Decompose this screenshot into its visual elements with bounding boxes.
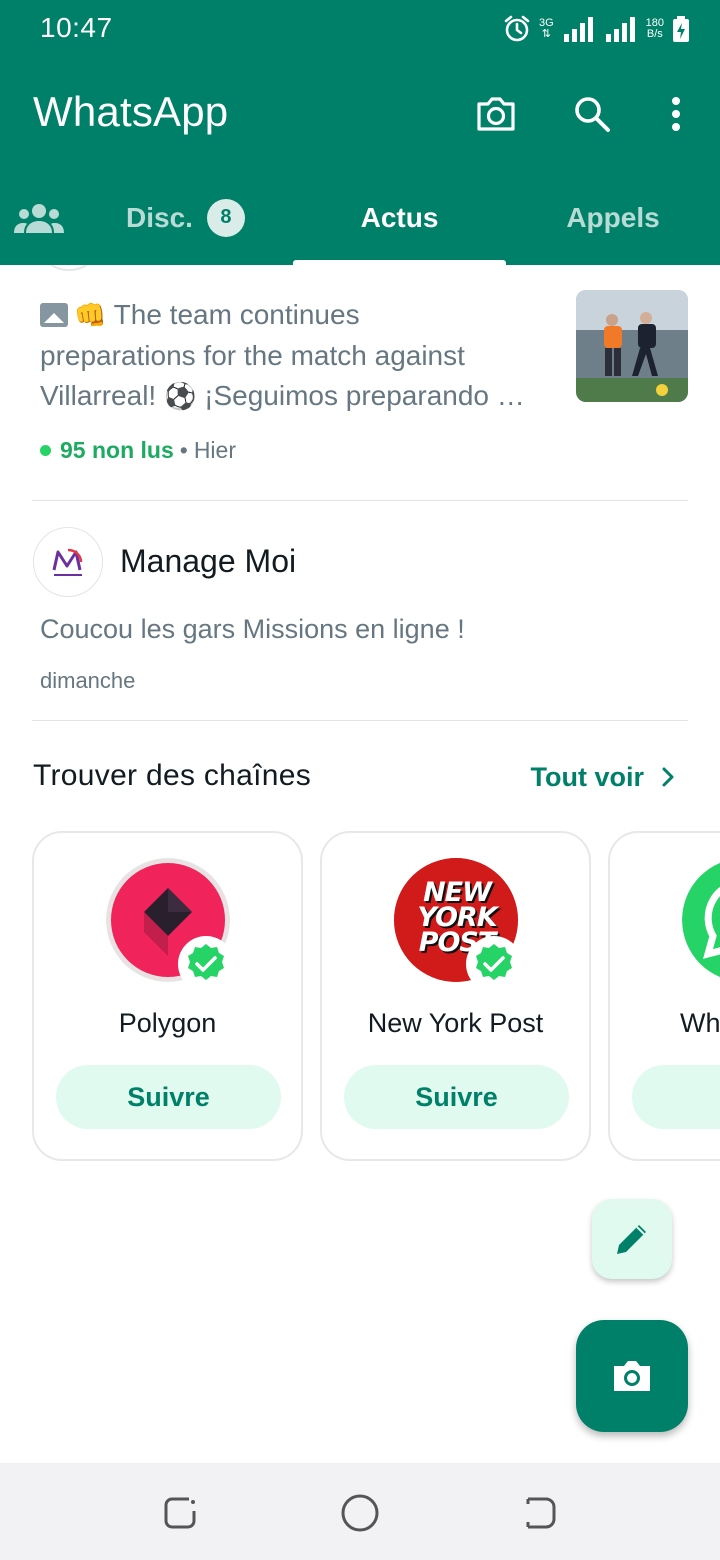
- status-bar: 10:47 3G ⇅ 180 B/s: [0, 0, 720, 60]
- update-text: 👊 The team continues preparations for th…: [40, 295, 555, 417]
- verified-badge: [178, 936, 234, 992]
- system-navigation-bar: [0, 1463, 720, 1560]
- data-speed: 180 B/s: [645, 17, 664, 40]
- update-text-line3: Villarreal!: [40, 380, 157, 411]
- verified-icon: [476, 944, 512, 980]
- more-vert-icon: [672, 97, 680, 131]
- divider: [32, 500, 688, 501]
- alarm-icon: [504, 15, 530, 42]
- tab-actus[interactable]: Actus: [293, 170, 506, 265]
- follow-button[interactable]: S: [632, 1065, 720, 1129]
- home-button[interactable]: [338, 1491, 382, 1535]
- divider: [32, 720, 688, 721]
- find-channels-title: Trouver des chaînes: [33, 759, 312, 792]
- recents-button[interactable]: [158, 1491, 202, 1535]
- update-text-line1: The team continues: [113, 299, 360, 330]
- camera-button[interactable]: [470, 88, 522, 140]
- unread-count: 95 non lus: [60, 437, 174, 463]
- back-icon: [526, 1497, 556, 1529]
- update-text-line3-tail: ¡Seguimos preparando …: [204, 380, 525, 411]
- manage-moi-avatar: [33, 527, 103, 597]
- follow-button[interactable]: Suivre: [56, 1065, 281, 1129]
- pencil-icon: [617, 1225, 646, 1254]
- signal-icon: [563, 17, 593, 42]
- new-status-camera-button[interactable]: [576, 1320, 688, 1432]
- verified-icon: [188, 944, 224, 980]
- network-type: 3G ⇅: [538, 17, 554, 40]
- see-all-label: Tout voir: [530, 761, 644, 792]
- app-header: 10:47 3G ⇅ 180 B/s WhatsApp Disc. 8 Actu…: [0, 0, 720, 265]
- channel-update-item[interactable]: Manage Moi Coucou les gars Missions en l…: [0, 502, 720, 720]
- media-thumbnail[interactable]: [576, 290, 688, 402]
- tab-discussions[interactable]: Disc. 8: [78, 170, 293, 265]
- unread-badge: 8: [206, 198, 245, 237]
- whatsapp-logo: [682, 862, 720, 978]
- search-button[interactable]: [566, 88, 618, 140]
- update-meta: 95 non lus • Hier: [40, 437, 236, 464]
- update-time: dimanche: [40, 668, 136, 693]
- unread-dot: [40, 445, 51, 456]
- follow-button[interactable]: Suivre: [344, 1065, 569, 1129]
- channel-card[interactable]: NEW YORK POST New York Post Suivre: [320, 831, 591, 1161]
- home-circle-icon: [341, 1494, 379, 1532]
- signal-icon-2: [605, 17, 635, 42]
- channel-card[interactable]: Wh S: [608, 831, 720, 1161]
- update-time: Hier: [193, 437, 236, 463]
- manage-moi-logo: [52, 548, 83, 576]
- chevron-right-icon: [662, 767, 674, 787]
- tab-appels[interactable]: Appels: [506, 170, 720, 265]
- tab-actus-label: Actus: [360, 201, 439, 233]
- status-icons: 3G ⇅ 180 B/s: [503, 12, 690, 46]
- soccer-ball-emoji: ⚽: [163, 382, 197, 412]
- update-text: Coucou les gars Missions en ligne !: [40, 614, 465, 644]
- battery-icon: [673, 16, 689, 42]
- see-all-link[interactable]: Tout voir: [531, 759, 680, 795]
- whatsapp-avatar: [682, 858, 720, 982]
- channel-card-name: Wh: [680, 1008, 720, 1038]
- image-icon: [40, 303, 68, 327]
- camera-icon: [614, 1361, 650, 1391]
- app-title: WhatsApp: [33, 88, 229, 135]
- recents-icon: [164, 1497, 196, 1529]
- back-button[interactable]: [518, 1491, 562, 1535]
- channel-card-name: New York Post: [367, 1008, 544, 1038]
- channel-card[interactable]: Polygon Suivre: [32, 831, 303, 1161]
- channel-update-item[interactable]: 👊 The team continues preparations for th…: [0, 265, 720, 501]
- app-screen: 10:47 3G ⇅ 180 B/s WhatsApp Disc. 8 Actu…: [0, 0, 720, 1560]
- status-time: 10:47: [40, 12, 113, 43]
- fist-emoji: 👊: [74, 301, 107, 331]
- tab-bar: Disc. 8 Actus Appels: [0, 170, 720, 265]
- community-icon: [14, 203, 64, 233]
- tab-discussions-label: Disc.: [126, 201, 193, 233]
- update-text-line2: preparations for the match against: [40, 340, 465, 371]
- tab-appels-label: Appels: [566, 201, 660, 233]
- channel-card-name: Polygon: [118, 1008, 217, 1038]
- search-icon: [575, 97, 610, 132]
- new-status-text-button[interactable]: [592, 1199, 672, 1279]
- football-training-photo: [576, 290, 688, 402]
- channel-name: Manage Moi: [120, 543, 297, 579]
- more-options-button[interactable]: [650, 88, 702, 140]
- updates-content[interactable]: 👊 The team continues preparations for th…: [0, 265, 720, 1463]
- camera-icon: [477, 97, 515, 131]
- verified-badge: [466, 936, 522, 992]
- tab-community[interactable]: [0, 170, 78, 265]
